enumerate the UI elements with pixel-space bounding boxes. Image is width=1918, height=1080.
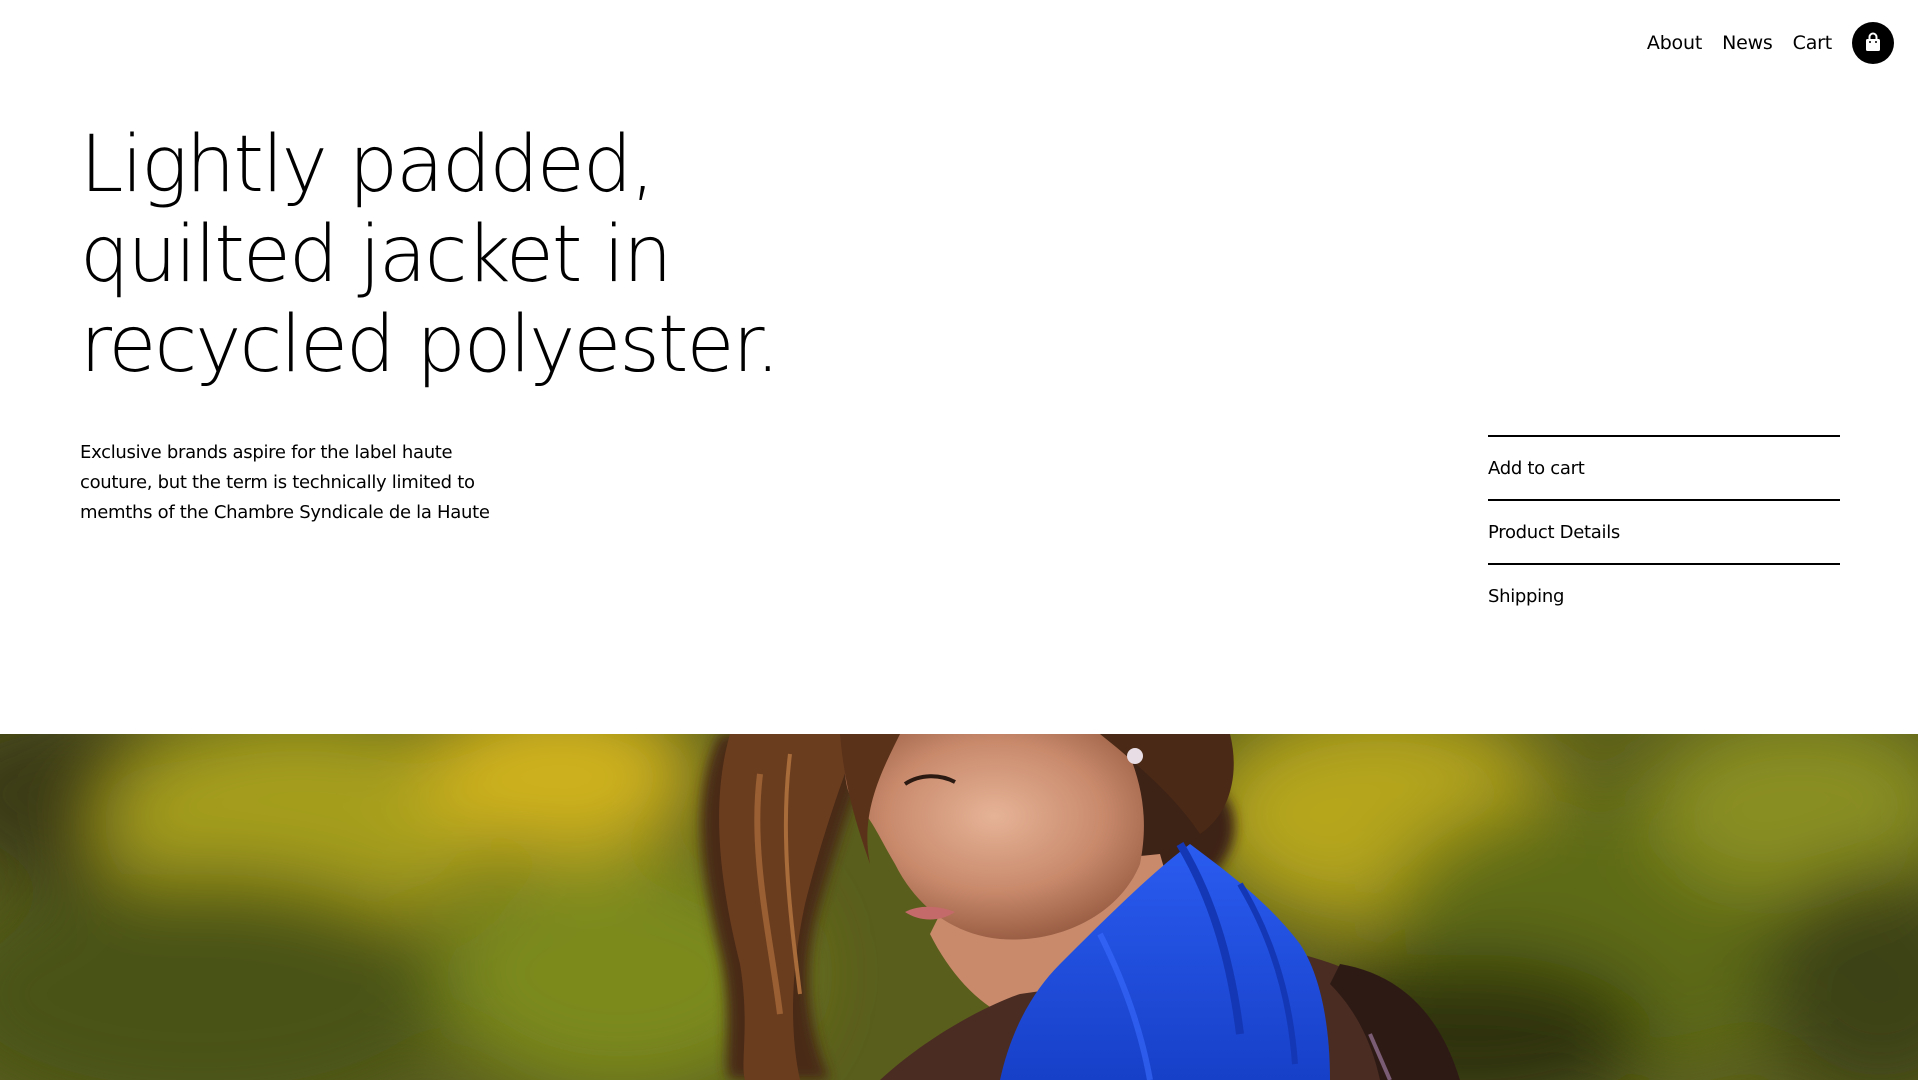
cart-button[interactable] (1852, 22, 1894, 64)
nav-link-about[interactable]: About (1647, 22, 1702, 64)
hero-title: Lightly padded, quilted jacket in recycl… (80, 120, 840, 390)
hero-section: Lightly padded, quilted jacket in recycl… (80, 120, 840, 390)
hero-description-line: Exclusive brands aspire for the label ha… (80, 442, 453, 463)
main-nav: About News Cart (1647, 22, 1894, 64)
hero-description: Exclusive brands aspire for the label ha… (80, 438, 520, 528)
nav-link-cart[interactable]: Cart (1793, 22, 1833, 64)
product-details-toggle[interactable]: Product Details (1488, 499, 1840, 563)
product-actions: Add to cart Product Details Shipping (1488, 435, 1840, 627)
shipping-toggle[interactable]: Shipping (1488, 563, 1840, 627)
hero-title-line: quilted jacket in (80, 210, 672, 300)
nav-link-news[interactable]: News (1722, 22, 1773, 64)
add-to-cart-button[interactable]: Add to cart (1488, 435, 1840, 499)
hero-title-line: recycled polyester. (80, 300, 780, 390)
hero-description-line: couture, but the term is technically lim… (80, 472, 475, 493)
hero-photo (0, 734, 1918, 1080)
woman-in-blue-scarf-photo (0, 734, 1918, 1080)
hero-description-line: memths of the Chambre Syndicale de la Ha… (80, 502, 490, 523)
shopping-bag-icon (1864, 32, 1882, 55)
site-header: About News Cart (0, 0, 1918, 86)
hero-title-line: Lightly padded, (80, 120, 655, 210)
